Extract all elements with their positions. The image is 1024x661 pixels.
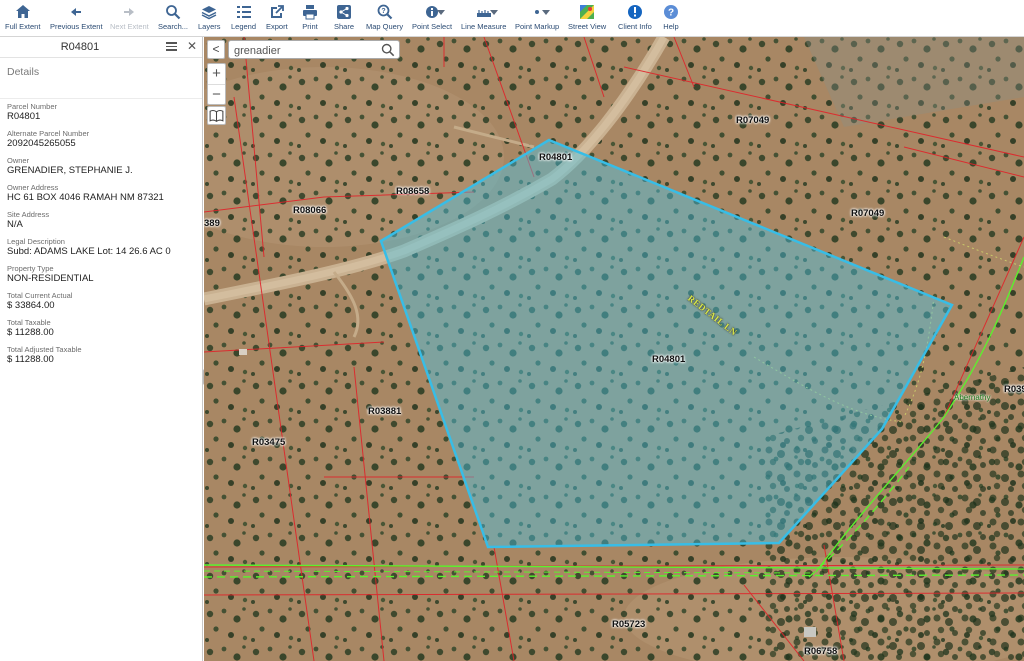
info-icon <box>627 5 642 19</box>
print-icon <box>303 5 317 20</box>
full-extent-button[interactable]: Full Extent <box>5 4 40 31</box>
help-icon: ? <box>664 5 678 19</box>
parcel-label[interactable]: R04801 <box>652 354 685 365</box>
parcel-label[interactable]: R03475 <box>252 437 285 448</box>
parcel-label[interactable]: R08658 <box>396 186 429 197</box>
field-parcel-number: Parcel Number R04801 <box>7 102 58 122</box>
parcel-label[interactable]: R039 <box>1004 384 1024 395</box>
satellite-imagery <box>204 37 1024 661</box>
field-total-taxable: Total Taxable $ 11288.00 <box>7 318 54 338</box>
line-measure-dropdown-icon[interactable] <box>490 10 498 15</box>
point-select-button[interactable]: Point Select <box>412 4 452 31</box>
next-extent-button[interactable]: Next Extent <box>110 4 149 31</box>
field-total-adjusted-taxable: Total Adjusted Taxable $ 11288.00 <box>7 345 82 365</box>
point-markup-dropdown-icon[interactable] <box>542 10 550 15</box>
details-field-list: Parcel Number R04801 Alternate Parcel Num… <box>0 99 202 366</box>
zoom-out-button[interactable]: − <box>208 84 225 104</box>
share-button[interactable]: Share <box>334 4 354 31</box>
point-markup-button[interactable]: Point Markup <box>515 4 559 31</box>
panel-header: R04801 ✕ <box>0 37 202 58</box>
export-icon <box>270 5 284 18</box>
parcel-label[interactable]: R05723 <box>612 619 645 630</box>
details-panel: R04801 ✕ Details Parcel Number R04801 Alt… <box>0 37 203 661</box>
street-view-button[interactable]: Street View <box>568 4 606 31</box>
book-icon <box>209 109 224 123</box>
collapse-panel-button[interactable]: < <box>207 40 225 59</box>
line-measure-button[interactable]: Line Measure <box>461 4 506 31</box>
map-view[interactable]: R04801 R04801 R08658 R08066 R07049 R0704… <box>204 37 1024 661</box>
road-label: Abernathy <box>954 393 991 402</box>
parcel-label[interactable]: 389 <box>204 218 220 229</box>
point-select-dropdown-icon[interactable] <box>437 10 445 15</box>
parcel-label[interactable]: R04801 <box>539 152 572 163</box>
field-owner-address: Owner Address HC 61 BOX 4046 RAMAH NM 873… <box>7 183 164 203</box>
search-input[interactable] <box>229 42 379 60</box>
layers-icon <box>201 6 217 20</box>
print-button[interactable]: Print <box>302 4 318 31</box>
field-alternate-parcel-number: Alternate Parcel Number 2092045265055 <box>7 129 90 149</box>
home-icon <box>15 5 30 18</box>
search-icon <box>166 5 181 20</box>
svg-text:?: ? <box>381 8 385 15</box>
field-property-type: Property Type NON-RESIDENTIAL <box>7 264 94 284</box>
legend-button[interactable]: Legend <box>231 4 256 31</box>
field-owner: Owner GRENADIER, STEPHANIE J. <box>7 156 133 176</box>
arrow-left-icon <box>71 8 82 16</box>
layers-button[interactable]: Layers <box>198 4 221 31</box>
panel-menu-icon[interactable] <box>166 42 177 51</box>
field-legal-description: Legal Description Subd: ADAMS LAKE Lot: 1… <box>7 237 171 257</box>
field-total-current-actual: Total Current Actual $ 33864.00 <box>7 291 73 311</box>
search-icon[interactable] <box>381 43 395 57</box>
share-icon <box>337 5 351 19</box>
parcel-label[interactable]: R07049 <box>851 208 884 219</box>
zoom-in-button[interactable]: + <box>208 64 225 84</box>
export-button[interactable]: Export <box>266 4 288 31</box>
close-icon[interactable]: ✕ <box>187 39 197 53</box>
arrow-right-icon <box>124 8 135 16</box>
previous-extent-button[interactable]: Previous Extent <box>50 4 103 31</box>
search-button[interactable]: Search... <box>158 4 188 31</box>
map-query-button[interactable]: ? Map Query <box>366 4 403 31</box>
details-heading: Details <box>0 58 202 99</box>
map-search-box <box>228 40 400 60</box>
legend-icon <box>236 6 251 18</box>
panel-title: R04801 <box>60 41 100 53</box>
svg-text:?: ? <box>668 8 674 19</box>
field-site-address: Site Address N/A <box>7 210 50 230</box>
client-info-button[interactable]: Client Info <box>618 4 652 31</box>
help-button[interactable]: ? Help <box>663 4 679 31</box>
parcel-label[interactable]: R03881 <box>368 406 401 417</box>
map-query-icon: ? <box>377 4 392 20</box>
zoom-control: + − <box>207 63 226 105</box>
parcel-label[interactable]: R06758 <box>804 646 837 657</box>
parcel-label[interactable]: R08066 <box>293 205 326 216</box>
parcel-label[interactable]: R07049 <box>736 115 769 126</box>
bookmarks-button[interactable] <box>207 106 226 125</box>
street-view-icon <box>580 5 595 19</box>
main-toolbar: Full Extent Previous Extent Next Extent … <box>0 0 1024 37</box>
